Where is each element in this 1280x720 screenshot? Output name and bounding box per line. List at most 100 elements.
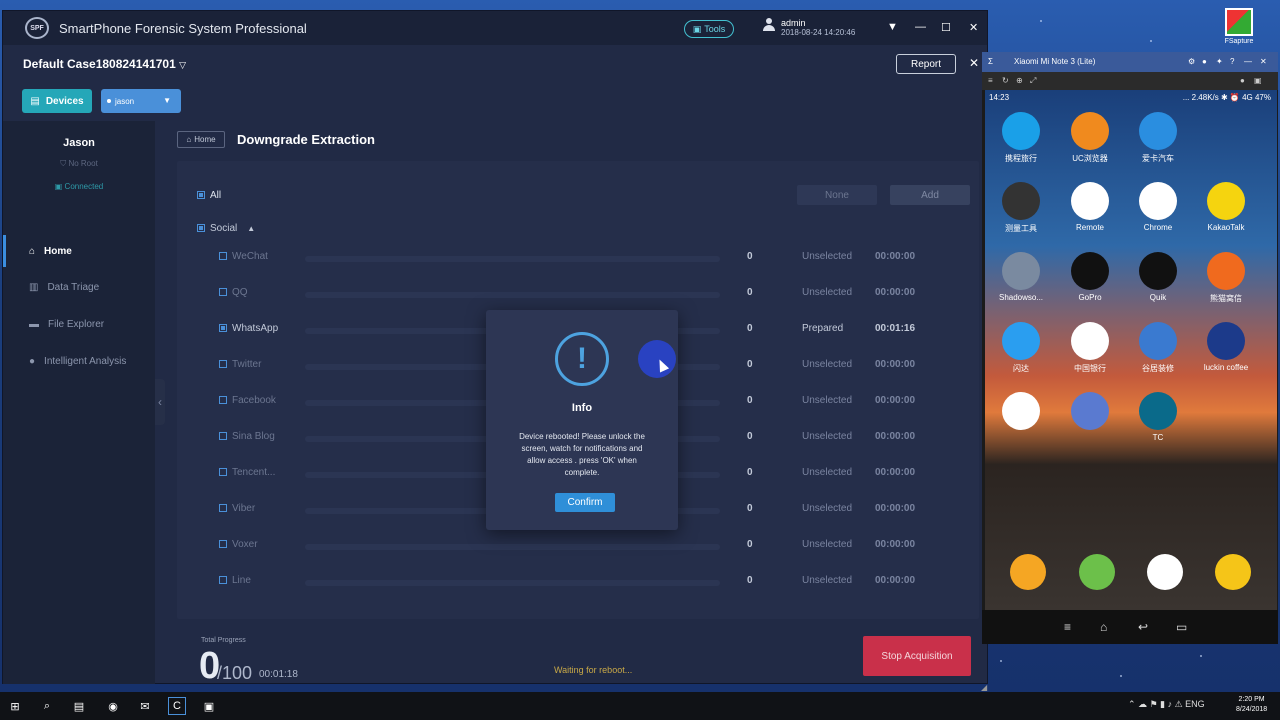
minimize-icon[interactable]: —: [915, 21, 926, 33]
phone-app-icon[interactable]: [992, 392, 1050, 433]
app-name[interactable]: QQ: [219, 287, 248, 298]
app-glyph-icon: [1207, 252, 1245, 290]
phone-app-icon[interactable]: GoPro: [1061, 252, 1119, 302]
checkbox-icon[interactable]: [219, 576, 227, 585]
nav-home[interactable]: ⌂ Home: [3, 235, 155, 267]
phone-app-icon[interactable]: Chrome: [1129, 182, 1187, 232]
nav-intelligent-analysis[interactable]: ● Intelligent Analysis: [3, 345, 155, 377]
nav-data-triage[interactable]: ▥ Data Triage: [3, 271, 155, 303]
table-row[interactable]: Line 0 Unselected 00:00:00: [177, 571, 979, 591]
phone-app-icon[interactable]: 熊猫窝信: [1197, 252, 1255, 304]
table-row[interactable]: QQ 0 Unselected 00:00:00: [177, 283, 979, 303]
phone-app-icon[interactable]: TC: [1129, 392, 1187, 442]
category-social[interactable]: Social ▲: [197, 223, 255, 234]
phone-app-icon[interactable]: 爱卡汽车: [1129, 112, 1187, 164]
app-name[interactable]: Tencent...: [219, 467, 275, 478]
app-glyph-icon: [1002, 322, 1040, 360]
breadcrumb-home[interactable]: ⌂ Home: [177, 131, 225, 148]
device-selector[interactable]: jason ▼: [101, 89, 181, 113]
tools-button[interactable]: ▣ Tools: [684, 20, 734, 38]
recent-nav-icon[interactable]: ▭: [1176, 620, 1187, 634]
close-icon[interactable]: ✕: [969, 21, 978, 34]
minimize-icon[interactable]: —: [1244, 57, 1252, 66]
app-glyph-icon: [1002, 252, 1040, 290]
resize-grip-icon[interactable]: ◢: [981, 683, 987, 692]
app-name[interactable]: Viber: [219, 503, 255, 514]
checkbox-icon[interactable]: [219, 468, 227, 477]
app-taskbar-icon[interactable]: C: [168, 697, 186, 715]
zoom-icon[interactable]: ⊕: [1016, 76, 1023, 85]
checkbox-icon[interactable]: [219, 540, 227, 549]
checkbox-icon[interactable]: [219, 360, 227, 369]
dropdown-icon[interactable]: ▼: [887, 21, 898, 33]
app-name[interactable]: Voxer: [219, 539, 258, 550]
case-selector[interactable]: Default Case180824141701 ▽: [23, 57, 186, 71]
phone-app-icon[interactable]: Quik: [1129, 252, 1187, 302]
pin-icon[interactable]: ✦: [1216, 57, 1223, 66]
checkbox-icon[interactable]: [219, 432, 227, 441]
phone-app-icon[interactable]: 谷居装修: [1129, 322, 1187, 374]
app-name[interactable]: WeChat: [219, 251, 268, 262]
phone-app-icon[interactable]: 中国银行: [1061, 322, 1119, 374]
forensic-taskbar-icon[interactable]: ▣: [200, 697, 218, 715]
phone-app-icon[interactable]: [1061, 392, 1119, 433]
select-all-checkbox[interactable]: All: [197, 190, 221, 201]
table-row[interactable]: WeChat 0 Unselected 00:00:00: [177, 247, 979, 267]
camera-dock-icon[interactable]: [1147, 554, 1183, 590]
app-name[interactable]: Line: [219, 575, 251, 586]
phone-app-icon[interactable]: 测量工具: [992, 182, 1050, 234]
desktop-shortcut[interactable]: FSapture: [1222, 8, 1256, 48]
phone-app-icon[interactable]: 携程旅行: [992, 112, 1050, 164]
checkbox-icon[interactable]: [219, 252, 227, 261]
checkbox-icon[interactable]: [219, 504, 227, 513]
app-name[interactable]: Facebook: [219, 395, 276, 406]
search-icon[interactable]: ⌕: [38, 697, 56, 715]
stop-acquisition-button[interactable]: Stop Acquisition: [863, 636, 971, 676]
chrome-icon[interactable]: ◉: [104, 697, 122, 715]
status-message: Waiting for reboot...: [554, 665, 633, 675]
table-row[interactable]: Voxer 0 Unselected 00:00:00: [177, 535, 979, 555]
phone-app-icon[interactable]: Shadowso...: [992, 252, 1050, 302]
phone-app-icon[interactable]: luckin coffee: [1197, 322, 1255, 372]
gear-icon[interactable]: ⚙: [1188, 57, 1195, 66]
app-name[interactable]: WhatsApp: [219, 323, 278, 334]
item-count: 0: [747, 575, 753, 586]
help-icon[interactable]: ?: [1230, 57, 1234, 66]
checkbox-icon[interactable]: [219, 324, 227, 333]
messages-dock-icon[interactable]: [1010, 554, 1046, 590]
phone-app-icon[interactable]: Remote: [1061, 182, 1119, 232]
fit-icon[interactable]: ⤢: [1030, 76, 1036, 86]
none-button[interactable]: None: [797, 185, 877, 205]
nav-file-explorer[interactable]: ▬ File Explorer: [3, 308, 155, 340]
maximize-icon[interactable]: ☐: [941, 21, 951, 34]
home-nav-icon[interactable]: ⌂: [1100, 620, 1107, 634]
taskbar-clock[interactable]: 2:20 PM 8/24/2018: [1236, 695, 1267, 715]
confirm-button[interactable]: Confirm: [555, 493, 615, 512]
app-name[interactable]: Sina Blog: [219, 431, 275, 442]
phone-dock-icon[interactable]: [1079, 554, 1115, 590]
phone-app-icon[interactable]: UC浏览器: [1061, 112, 1119, 164]
menu-nav-icon[interactable]: ≡: [1064, 620, 1071, 634]
report-button[interactable]: Report: [896, 54, 956, 74]
back-nav-icon[interactable]: ↩: [1138, 620, 1148, 634]
add-button[interactable]: Add: [890, 185, 970, 205]
info-icon[interactable]: ●: [1202, 57, 1207, 66]
close-case-icon[interactable]: ✕: [969, 56, 979, 70]
windows-start-icon[interactable]: ⊞: [6, 697, 24, 715]
checkbox-icon[interactable]: [219, 396, 227, 405]
tray-icons[interactable]: ⌃ ☁ ⚑ ▮ ♪ ⚠: [1128, 699, 1185, 709]
notes-dock-icon[interactable]: [1215, 554, 1251, 590]
task-view-icon[interactable]: ▤: [70, 697, 88, 715]
rotate-icon[interactable]: ↻: [1002, 76, 1009, 85]
devices-button[interactable]: ▤ Devices: [22, 89, 92, 113]
phone-app-icon[interactable]: KakaoTalk: [1197, 182, 1255, 232]
app-glyph-icon: [1002, 182, 1040, 220]
screenshot-icon[interactable]: ▣: [1254, 76, 1262, 85]
mail-icon[interactable]: ✉: [136, 697, 154, 715]
close-icon[interactable]: ✕: [1260, 57, 1267, 66]
phone-app-icon[interactable]: 闪达: [992, 322, 1050, 374]
record-icon[interactable]: ●: [1240, 76, 1245, 85]
app-name[interactable]: Twitter: [219, 359, 261, 370]
menu-icon[interactable]: ≡: [988, 76, 993, 85]
checkbox-icon[interactable]: [219, 288, 227, 297]
